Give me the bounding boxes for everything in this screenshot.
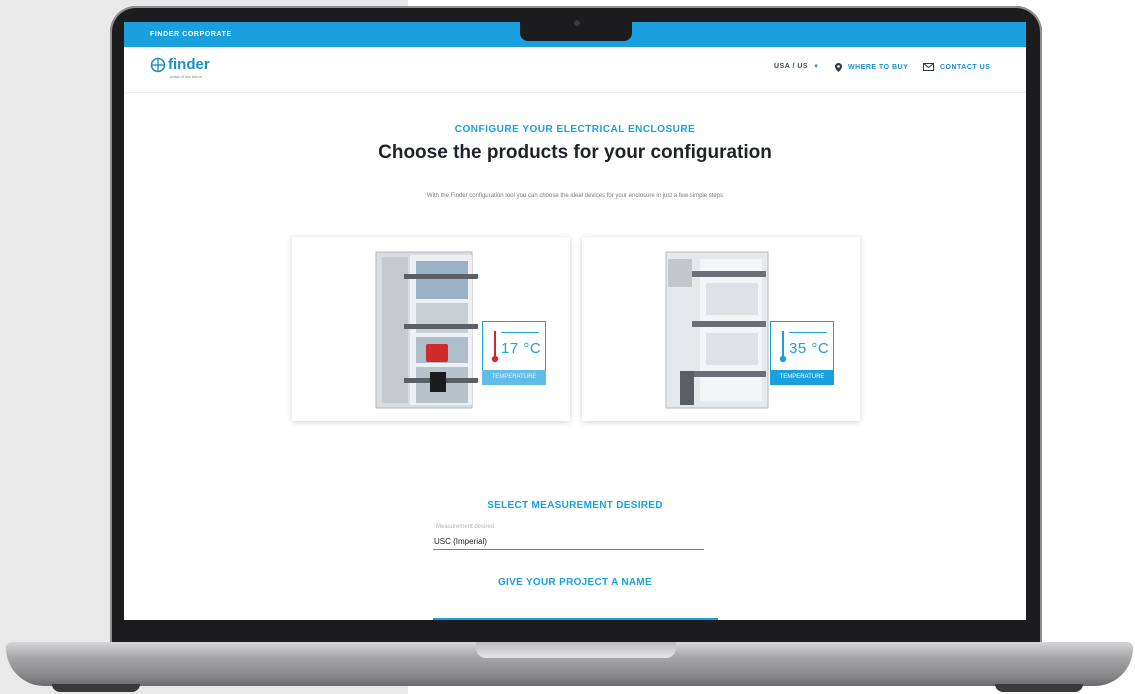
laptop-foot (52, 684, 140, 692)
camera-icon (574, 20, 580, 26)
finder-logo[interactable]: finder pulse of the future (150, 56, 210, 79)
browser-viewport: FINDER CORPORATE finder pulse of the fut… (124, 22, 1026, 620)
where-to-buy-label: WHERE TO BUY (848, 64, 909, 71)
measurement-heading: SELECT MEASUREMENT DESIRED (487, 500, 663, 511)
logo-tagline: pulse of the future (170, 74, 203, 79)
contact-us-link[interactable]: CONTACT US (923, 63, 990, 71)
measurement-select[interactable]: USC (Imperial) (434, 537, 487, 546)
temperature-value: 35 °C (789, 340, 830, 357)
corporate-link[interactable]: FINDER CORPORATE (150, 31, 232, 38)
thermometer-icon (491, 331, 499, 363)
laptop-base-notch (476, 642, 676, 658)
temperature-label: TEMPERATURE (770, 370, 834, 385)
laptop-foot (995, 684, 1083, 692)
finder-logo-icon (150, 57, 166, 73)
site-header: finder pulse of the future USA / US ▼ WH… (124, 47, 1026, 93)
location-pin-icon (835, 63, 842, 72)
region-selector[interactable]: USA / US ▼ (774, 63, 820, 70)
where-to-buy-link[interactable]: WHERE TO BUY (835, 63, 908, 72)
measurement-select-underline (433, 549, 704, 550)
temperature-divider (501, 332, 539, 333)
page-title: Choose the products for your configurati… (378, 142, 772, 163)
temperature-label: TEMPERATURE (482, 370, 546, 385)
enclosure-card-cool[interactable]: 17 °C TEMPERATURE (292, 237, 570, 421)
region-label: USA / US (774, 63, 809, 70)
chevron-down-icon: ▼ (813, 63, 820, 70)
measurement-field-label: Measurement desired (436, 524, 495, 530)
contact-us-label: CONTACT US (940, 63, 991, 71)
enclosure-card-warm[interactable]: 35 °C TEMPERATURE (582, 237, 860, 421)
thermometer-icon (779, 331, 787, 363)
logo-wordmark: finder (168, 56, 210, 73)
page-subtitle: With the Finder configuration tool you c… (426, 193, 724, 199)
temperature-badge: 17 °C TEMPERATURE (482, 321, 546, 385)
section-kicker: CONFIGURE YOUR ELECTRICAL ENCLOSURE (454, 124, 696, 135)
project-name-heading: GIVE YOUR PROJECT A NAME (497, 577, 653, 588)
temperature-divider (789, 332, 827, 333)
mail-icon (923, 63, 934, 71)
temperature-value: 17 °C (501, 340, 542, 357)
temperature-badge: 35 °C TEMPERATURE (770, 321, 834, 385)
